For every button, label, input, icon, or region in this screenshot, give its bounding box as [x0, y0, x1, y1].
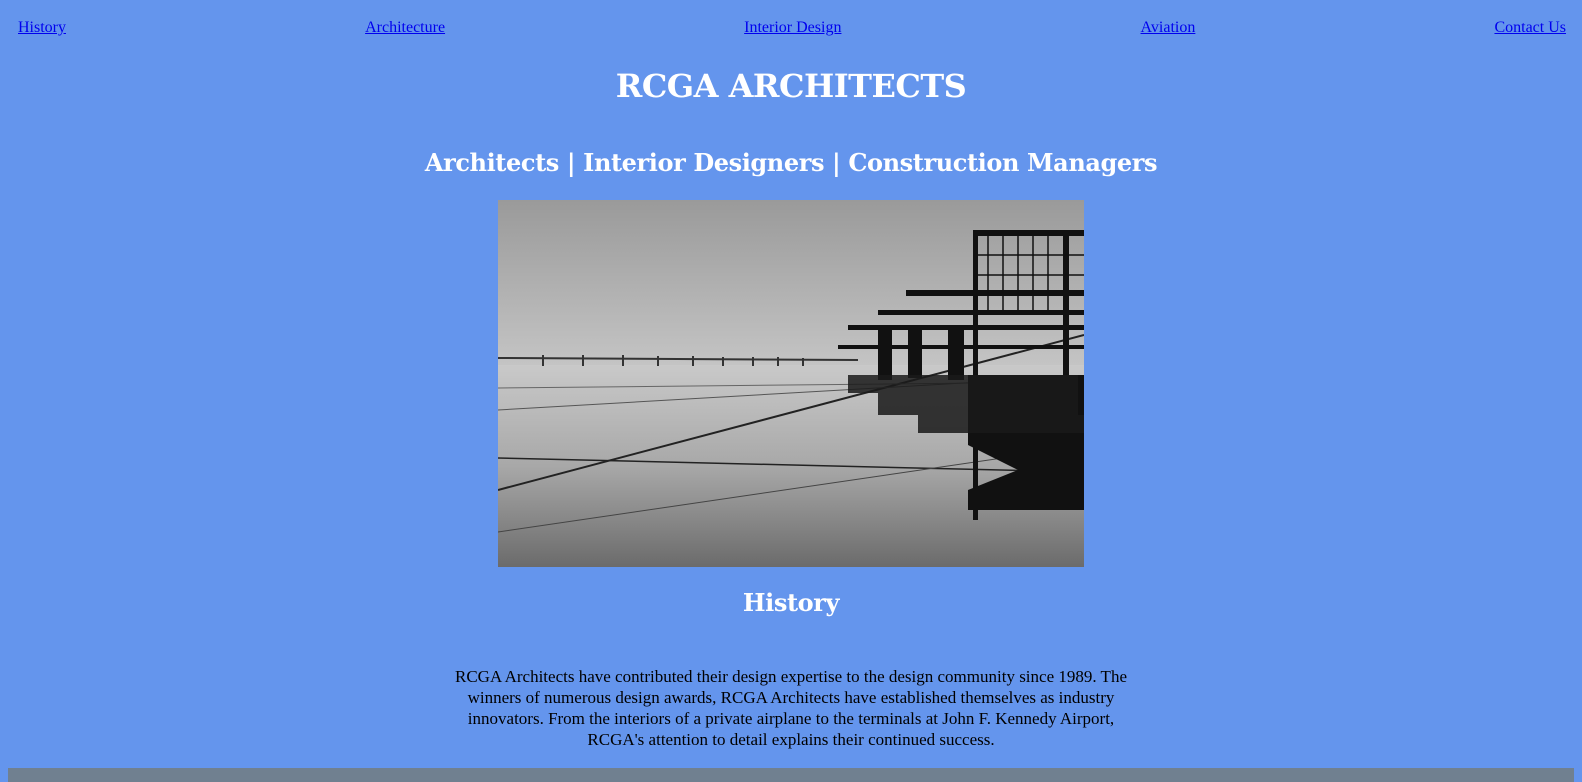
top-navigation: History Architecture Interior Design Avi…	[18, 17, 1566, 39]
hero-architecture-photo	[498, 200, 1084, 567]
nav-link-history[interactable]: History	[18, 19, 66, 37]
history-paragraph: RCGA Architects have contributed their d…	[455, 667, 1127, 749]
nav-link-interior-design[interactable]: Interior Design	[744, 19, 841, 37]
nav-link-aviation[interactable]: Aviation	[1141, 19, 1196, 37]
page-subtitle: Architects | Interior Designers | Constr…	[424, 148, 1158, 177]
nav-link-architecture[interactable]: Architecture	[365, 19, 445, 37]
nav-link-contact-us[interactable]: Contact Us	[1494, 19, 1566, 37]
page-title: RCGA ARCHITECTS	[615, 67, 967, 105]
footer-bar	[8, 768, 1574, 782]
history-heading: History	[742, 588, 840, 617]
